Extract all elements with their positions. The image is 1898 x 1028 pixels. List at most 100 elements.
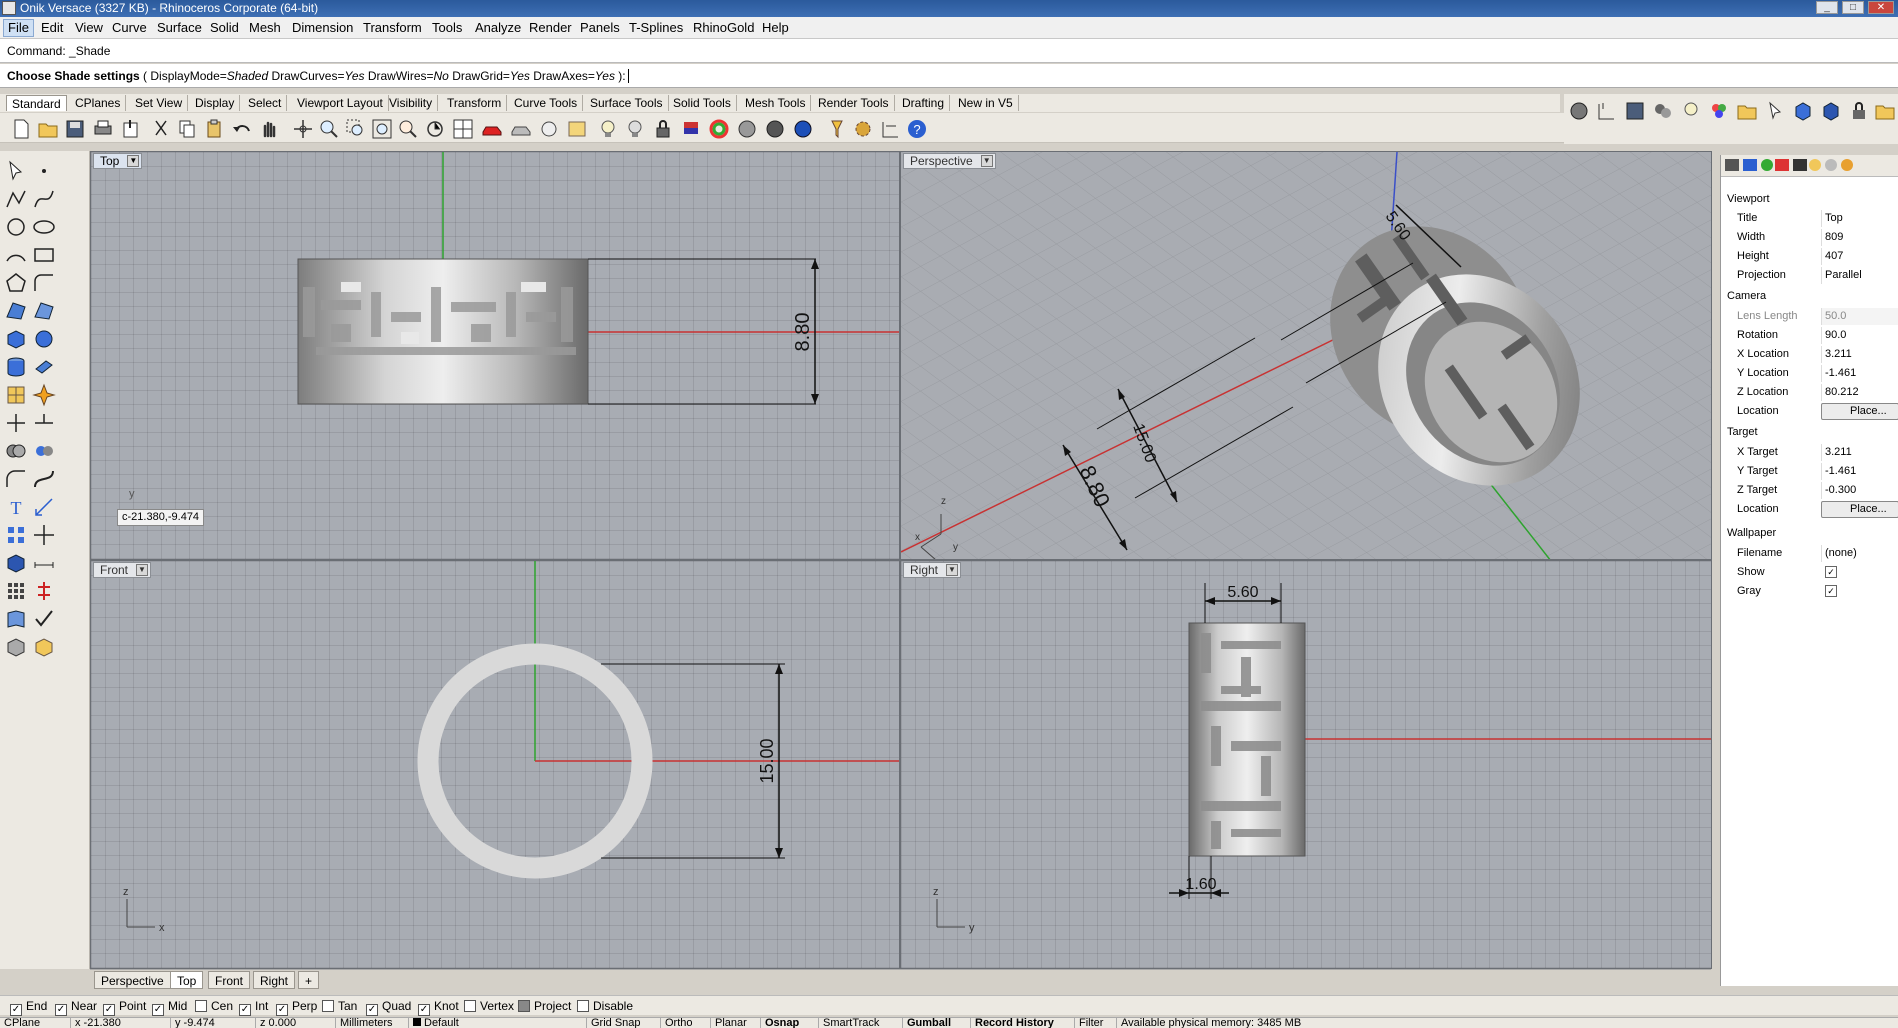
box-edit-icon[interactable]	[4, 551, 28, 575]
props-camera-place-button[interactable]: Place...	[1821, 403, 1898, 420]
props-x-location-field[interactable]: 3.211	[1821, 346, 1898, 363]
dimension-icon[interactable]	[880, 118, 902, 140]
osnap-vertex-checkbox[interactable]	[464, 1000, 476, 1012]
save-small-icon[interactable]	[1624, 100, 1646, 122]
status-ortho[interactable]: Ortho	[660, 1018, 693, 1028]
menu-solid[interactable]: Solid	[206, 19, 243, 37]
osnap-quad[interactable]: ✓ Quad	[366, 999, 411, 1016]
polyline-icon[interactable]	[4, 187, 28, 211]
osnap-disable-checkbox[interactable]	[577, 1000, 589, 1012]
new-file-icon[interactable]	[10, 118, 32, 140]
zoom-dynamic-icon[interactable]	[318, 118, 340, 140]
menu-file[interactable]: File	[3, 19, 34, 37]
props-z-target-field[interactable]: -0.300	[1821, 482, 1898, 499]
dimension-linear-icon[interactable]	[32, 495, 56, 519]
named-cplanes-icon[interactable]	[566, 118, 588, 140]
open-file-icon[interactable]	[37, 118, 59, 140]
box-solid-icon[interactable]	[1792, 100, 1814, 122]
status-planar[interactable]: Planar	[710, 1018, 747, 1028]
folder-icon[interactable]	[1736, 100, 1758, 122]
menu-mesh[interactable]: Mesh	[245, 19, 285, 37]
command-prompt[interactable]: Choose Shade settings ( DisplayMode=Shad…	[0, 64, 1898, 88]
osnap-mid[interactable]: ✓ Mid	[152, 999, 187, 1016]
gems-icon[interactable]	[1708, 100, 1730, 122]
menu-rhinogold[interactable]: RhinoGold	[689, 19, 758, 37]
dimension-arrow-icon[interactable]	[32, 551, 56, 575]
tab-surface-tools[interactable]: Surface Tools	[585, 95, 669, 111]
menu-help[interactable]: Help	[758, 19, 793, 37]
lock-icon[interactable]	[652, 118, 674, 140]
rectangle-icon[interactable]	[32, 243, 56, 267]
rendered-sphere-icon[interactable]	[764, 118, 786, 140]
osnap-perp-checkbox[interactable]: ✓	[276, 1004, 288, 1016]
osnap-project[interactable]: Project	[518, 999, 571, 1014]
viewport-top[interactable]: 8.80 y Top ▼ c-21.380,-9.474	[90, 151, 900, 560]
osnap-tan-checkbox[interactable]	[322, 1000, 334, 1012]
props-projection-select[interactable]: Parallel	[1821, 267, 1898, 284]
lightbulb-off-icon[interactable]	[624, 118, 646, 140]
shaded-sphere-icon[interactable]	[736, 118, 758, 140]
status-record-history[interactable]: Record History	[970, 1018, 1054, 1028]
cplane-origin-icon[interactable]	[538, 118, 560, 140]
cut-icon[interactable]	[150, 118, 172, 140]
props-gray-checkbox[interactable]: ✓	[1825, 585, 1837, 597]
extrude-icon[interactable]	[32, 355, 56, 379]
osnap-near[interactable]: ✓ Near	[55, 999, 97, 1016]
undo-icon[interactable]	[231, 118, 253, 140]
options-gear-icon[interactable]	[852, 118, 874, 140]
chevron-down-icon[interactable]: ▼	[136, 564, 149, 576]
osnap-project-checkbox[interactable]	[518, 1000, 530, 1012]
zoom-extents-icon[interactable]	[371, 118, 393, 140]
chevron-down-icon[interactable]: ▼	[980, 155, 993, 167]
option-drawcurves[interactable]: DrawCurves=	[268, 69, 344, 83]
osnap-near-checkbox[interactable]: ✓	[55, 1004, 67, 1016]
osnap-cen-checkbox[interactable]	[195, 1000, 207, 1012]
viewport-front[interactable]: 15.00 x z Front ▼	[90, 560, 900, 969]
undo-view-change-icon[interactable]	[424, 118, 446, 140]
render-display-icon[interactable]	[32, 635, 56, 659]
print-icon[interactable]	[92, 118, 114, 140]
arc-icon[interactable]	[4, 243, 28, 267]
osnap-cen[interactable]: Cen	[195, 999, 233, 1014]
osnap-perp[interactable]: ✓ Perp	[276, 999, 317, 1016]
tab-new-in-v5[interactable]: New in V5	[953, 95, 1019, 111]
option-drawwires[interactable]: DrawWires=	[365, 69, 434, 83]
circle-icon[interactable]	[4, 215, 28, 239]
chevron-down-icon[interactable]: ▼	[127, 155, 140, 167]
shade-display-icon[interactable]	[4, 635, 28, 659]
status-gumball[interactable]: Gumball	[902, 1018, 951, 1028]
tab-cplanes[interactable]: CPlanes	[70, 95, 127, 111]
tab-mesh-tools[interactable]: Mesh Tools	[740, 95, 812, 111]
lights-icon[interactable]	[1680, 100, 1702, 122]
props-height-field[interactable]: 407	[1821, 248, 1898, 265]
props-title-field[interactable]: Top	[1821, 210, 1898, 227]
properties-tab-icons[interactable]	[1721, 155, 1898, 177]
four-viewports-icon[interactable]	[452, 118, 474, 140]
chevron-down-icon[interactable]: ▼	[946, 564, 959, 576]
option-displaymode[interactable]: DisplayMode=	[150, 69, 226, 83]
vptab-perspective[interactable]: Perspective	[94, 971, 171, 989]
osnap-vertex[interactable]: Vertex	[464, 999, 514, 1014]
option-drawaxes[interactable]: DrawAxes=	[530, 69, 595, 83]
curve-cv-icon[interactable]	[32, 187, 56, 211]
osnap-tan[interactable]: Tan	[322, 999, 357, 1014]
boolean-union-icon[interactable]	[4, 439, 28, 463]
status-smarttrack[interactable]: SmartTrack	[818, 1018, 879, 1028]
zoom-selected-icon[interactable]	[397, 118, 419, 140]
osnap-int[interactable]: ✓ Int	[239, 999, 268, 1016]
viewport-front-label[interactable]: Front ▼	[93, 562, 152, 578]
layout-book-icon[interactable]	[4, 607, 28, 631]
tab-drafting[interactable]: Drafting	[897, 95, 951, 111]
status-grid-snap[interactable]: Grid Snap	[586, 1018, 641, 1028]
menu-tools[interactable]: Tools	[428, 19, 466, 37]
split-icon[interactable]	[32, 411, 56, 435]
vptab-right[interactable]: Right	[253, 971, 296, 989]
osnap-end-checkbox[interactable]: ✓	[10, 1004, 22, 1016]
check-icon[interactable]	[32, 607, 56, 631]
menu-analyze[interactable]: Analyze	[471, 19, 525, 37]
fillet-edge-icon[interactable]	[4, 467, 28, 491]
menu-view[interactable]: View	[71, 19, 107, 37]
explode-icon[interactable]	[32, 383, 56, 407]
props-z-location-field[interactable]: 80.212	[1821, 384, 1898, 401]
materials-icon[interactable]	[1652, 100, 1674, 122]
